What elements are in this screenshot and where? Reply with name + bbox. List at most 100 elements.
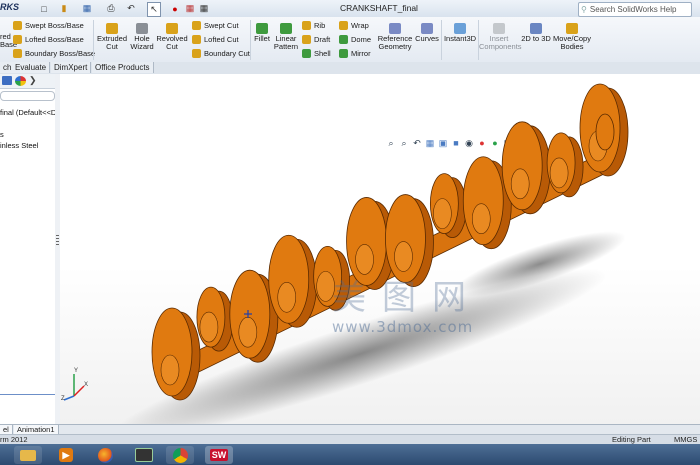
options-icon[interactable]: ▦: [198, 2, 210, 15]
help-search-placeholder: Search SolidWorks Help: [589, 5, 677, 14]
svg-text:Z: Z: [61, 396, 65, 402]
lofted-boss-button[interactable]: Lofted Boss/Base: [13, 35, 84, 44]
solidworks-taskbar-button[interactable]: SW: [205, 446, 233, 464]
linear-pattern-button[interactable]: Linear Pattern: [272, 23, 300, 51]
tab-office-products[interactable]: Office Products: [92, 62, 154, 73]
lofted-cut-label: Lofted Cut: [204, 35, 239, 44]
move-copy-bodies-label-2: Bodies: [560, 42, 584, 51]
fillet-icon: [256, 23, 268, 34]
shell-button[interactable]: Shell: [302, 49, 331, 58]
tab-animation1[interactable]: Animation1: [14, 425, 59, 434]
save-icon[interactable]: ▦: [82, 2, 92, 15]
swept-boss-icon: [13, 21, 22, 30]
title-bar: RKS □ ▮ ▦ ⎙ ↶ ↖ ● ▦ ▦ CRANKSHAFT_final ⚲…: [0, 0, 700, 18]
swept-cut-label: Swept Cut: [204, 21, 239, 30]
swept-cut-button[interactable]: Swept Cut: [192, 21, 239, 30]
curves-button[interactable]: Curves: [414, 23, 440, 43]
crank-pin: [160, 354, 180, 386]
revolved-cut-button[interactable]: Revolved Cut: [155, 23, 189, 51]
2d-to-3d-icon: [530, 23, 542, 34]
crank-pin: [394, 241, 413, 272]
boundary-cut-button[interactable]: Boundary Cut: [192, 49, 250, 58]
instant3d-icon: [454, 23, 466, 34]
splitter-grip-icon[interactable]: [56, 235, 59, 247]
undo-icon[interactable]: ↶: [125, 2, 137, 15]
insert-components-button[interactable]: Insert Components: [479, 23, 522, 51]
tree-item-sensors[interactable]: s: [0, 130, 4, 139]
dome-label: Dome: [351, 35, 372, 44]
open-folder-icon[interactable]: ▮: [58, 2, 70, 15]
material-item[interactable]: inless Steel: [0, 141, 38, 150]
move-copy-bodies-icon: [566, 23, 578, 34]
rib-button[interactable]: Rib: [302, 21, 325, 30]
boundary-cut-icon: [192, 49, 201, 58]
lofted-cut-icon: [192, 35, 201, 44]
curves-label: Curves: [415, 34, 439, 43]
chrome-icon[interactable]: [166, 446, 194, 464]
firefox-icon[interactable]: [91, 446, 119, 464]
appearance-icon[interactable]: [15, 76, 26, 86]
crank-pin: [510, 168, 530, 200]
media-player-icon[interactable]: ▶: [52, 446, 80, 464]
extruded-cut-icon: [106, 23, 118, 34]
hole-wizard-icon: [136, 23, 148, 34]
coordinate-triad-icon: Y X Z: [61, 368, 88, 402]
app-icon[interactable]: [130, 446, 158, 464]
lofted-cut-button[interactable]: Lofted Cut: [192, 35, 239, 44]
curves-icon: [421, 23, 433, 34]
search-icon: ⚲: [581, 5, 587, 14]
2d-to-3d-button[interactable]: 2D to 3D: [521, 23, 551, 43]
revolved-cut-label-2: Cut: [166, 42, 178, 51]
move-copy-bodies-button[interactable]: Move/Copy Bodies: [553, 23, 591, 51]
help-search-input[interactable]: ⚲ Search SolidWorks Help: [578, 2, 692, 17]
property-manager-icon[interactable]: [2, 76, 12, 85]
solidworks-icon: SW: [209, 449, 229, 461]
extruded-boss-button[interactable]: red Base: [0, 33, 17, 49]
crank-end-journal: [595, 113, 615, 151]
rebuild-icon[interactable]: ●: [170, 2, 180, 15]
draft-label: Draft: [314, 35, 331, 44]
wrap-icon: [339, 21, 348, 30]
rollback-bar[interactable]: [0, 394, 55, 395]
linear-pattern-label-2: Pattern: [273, 42, 299, 51]
reference-geometry-button[interactable]: Reference Geometry: [376, 23, 414, 51]
tab-evaluate[interactable]: Evaluate: [12, 62, 51, 73]
instant3d-button[interactable]: Instant3D: [443, 23, 477, 43]
ribbon-separator: [441, 20, 442, 60]
extruded-cut-button[interactable]: Extruded Cut: [95, 23, 129, 51]
file-properties-icon[interactable]: ▦: [184, 2, 196, 15]
mirror-button[interactable]: Mirror: [339, 49, 371, 58]
rib-icon: [302, 21, 311, 30]
feature-manager-panel: ❯ final (Default<<D s inless Steel: [0, 74, 56, 424]
feature-tree-filter-input[interactable]: [0, 91, 55, 101]
graphics-area[interactable]: ⌕ ⌕ ↶ ▦ ▣ ■ ◉ ● ● ▦ ▣: [60, 74, 700, 424]
print-icon[interactable]: ⎙: [105, 2, 117, 15]
watermark-chinese: 美图网: [332, 278, 482, 318]
tab-dimxpert[interactable]: DimXpert: [51, 62, 92, 73]
fillet-button[interactable]: Fillet: [252, 23, 272, 43]
svg-text:X: X: [84, 382, 88, 388]
svg-text:Y: Y: [74, 368, 78, 374]
tab-model[interactable]: el: [0, 425, 13, 434]
part-name[interactable]: final (Default<<D: [0, 108, 56, 117]
file-explorer-icon[interactable]: [14, 446, 42, 464]
select-pointer-icon[interactable]: ↖: [147, 2, 161, 17]
extruded-cut-label-2: Cut: [106, 42, 118, 51]
feature-manager-toolbar: ❯: [0, 74, 55, 89]
boundary-boss-label: Boundary Boss/Base: [25, 49, 96, 58]
boundary-boss-button[interactable]: Boundary Boss/Base: [13, 49, 95, 58]
arrow-right-icon[interactable]: ❯: [29, 75, 37, 86]
ribbon-separator: [93, 20, 94, 60]
wrap-button[interactable]: Wrap: [339, 21, 369, 30]
fillet-label: Fillet: [254, 34, 270, 43]
hole-wizard-button[interactable]: Hole Wizard: [128, 23, 156, 51]
swept-boss-button[interactable]: Swept Boss/Base: [13, 21, 84, 30]
dome-button[interactable]: Dome: [339, 35, 371, 44]
ribbon-separator: [250, 20, 251, 60]
draft-icon: [302, 35, 311, 44]
crankshaft-model[interactable]: Y X Z: [60, 74, 700, 424]
draft-button[interactable]: Draft: [302, 35, 330, 44]
new-document-icon[interactable]: □: [38, 2, 50, 15]
lofted-boss-icon: [13, 35, 22, 44]
mirror-icon: [339, 49, 348, 58]
